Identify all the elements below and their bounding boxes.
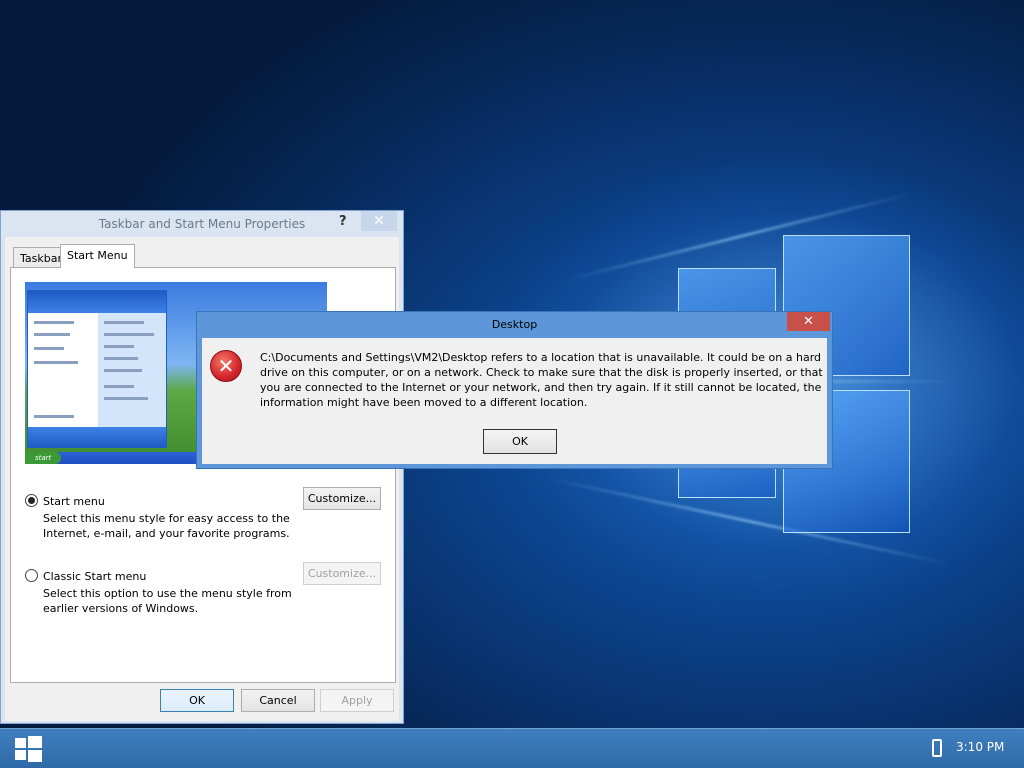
title-bar[interactable]: Taskbar and Start Menu Properties ? ✕ — [1, 211, 403, 237]
ok-button[interactable]: OK — [160, 689, 234, 712]
usb-drive-icon[interactable] — [932, 739, 942, 757]
taskbar: 3:10 PM — [0, 728, 1024, 768]
dialog-close-button[interactable]: ✕ — [787, 312, 830, 331]
classic-start-menu-label[interactable]: Classic Start menu — [43, 570, 146, 583]
window-client-area: Taskbar Start Menu start Start menu Sele… — [5, 237, 399, 721]
tab-start-menu[interactable]: Start Menu — [60, 244, 135, 268]
preview-user-header — [28, 291, 166, 313]
dialog-ok-button[interactable]: OK — [483, 429, 557, 454]
taskbar-clock[interactable]: 3:10 PM — [956, 740, 1004, 754]
help-button[interactable]: ? — [339, 214, 347, 229]
preview-start-menu — [27, 290, 167, 448]
start-menu-description: Select this menu style for easy access t… — [43, 512, 290, 540]
customize-classic-menu-button[interactable]: Customize... — [303, 562, 381, 585]
start-menu-radio[interactable] — [25, 494, 38, 507]
apply-button[interactable]: Apply — [320, 689, 394, 712]
classic-start-menu-description: Select this option to use the menu style… — [43, 587, 292, 615]
close-button[interactable]: ✕ — [361, 211, 397, 231]
radio-selected-dot — [28, 497, 35, 504]
classic-start-menu-radio[interactable] — [25, 569, 38, 582]
start-button[interactable] — [0, 729, 56, 769]
cancel-button[interactable]: Cancel — [241, 689, 315, 712]
customize-start-menu-button[interactable]: Customize... — [303, 487, 381, 510]
error-dialog: Desktop ✕ ✕ C:\Documents and Settings\VM… — [196, 311, 833, 469]
error-message: C:\Documents and Settings\VM2\Desktop re… — [260, 351, 823, 409]
preview-logoff-bar — [28, 427, 166, 447]
start-menu-label[interactable]: Start menu — [43, 495, 105, 508]
error-icon: ✕ — [210, 350, 242, 382]
dialog-title: Desktop — [491, 318, 538, 331]
dialog-client-area: ✕ C:\Documents and Settings\VM2\Desktop … — [202, 338, 827, 464]
preview-start-button: start — [25, 452, 61, 464]
